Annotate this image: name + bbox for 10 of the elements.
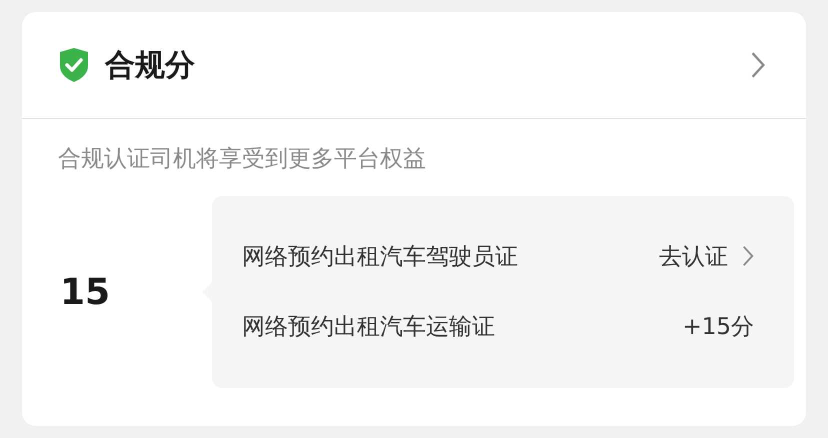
verify-link[interactable]: 去认证: [659, 240, 754, 272]
score-value: 15: [60, 272, 112, 312]
card-title: 合规分: [105, 46, 196, 84]
requirement-name: 网络预约出租汽车运输证: [242, 312, 495, 342]
card-subtitle: 合规认证司机将享受到更多平台权益: [57, 145, 427, 174]
chevron-right-icon[interactable]: [750, 51, 766, 79]
chevron-right-icon: [742, 245, 754, 267]
points-value: +15分: [682, 312, 754, 342]
shield-check-icon: [58, 48, 90, 82]
requirement-name: 网络预约出租汽车驾驶员证: [242, 242, 518, 272]
